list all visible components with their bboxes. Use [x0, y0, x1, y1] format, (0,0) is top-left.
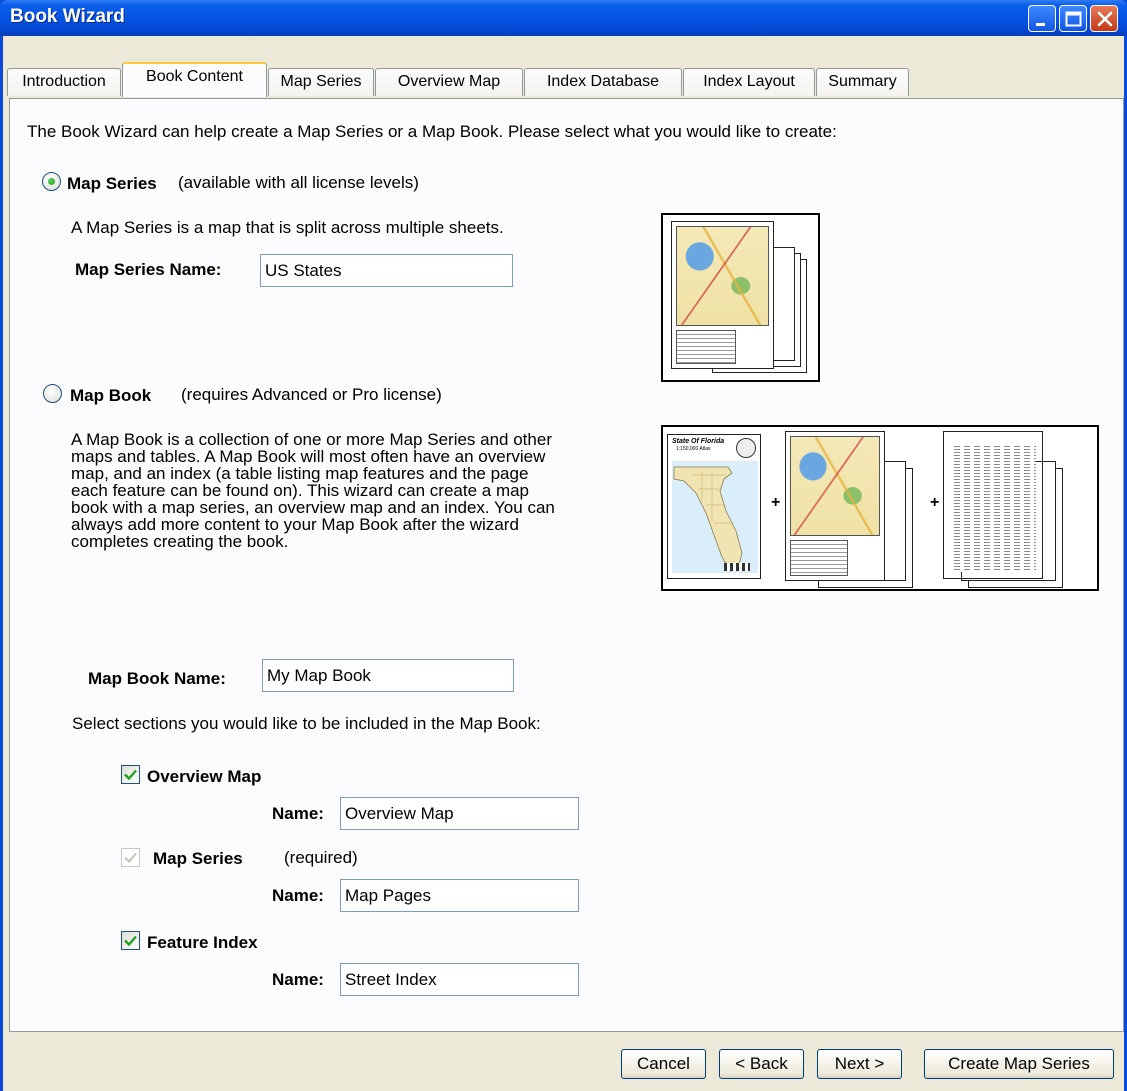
dialog-client-area: Introduction Book Content Map Series Ove…	[3, 36, 1124, 1091]
feature-index-checkbox-label[interactable]: Feature Index	[147, 933, 258, 953]
scale-bar-icon	[724, 563, 750, 571]
tab-index-layout[interactable]: Index Layout	[683, 68, 815, 96]
map-series-illustration	[661, 213, 820, 382]
cancel-button[interactable]: Cancel	[621, 1049, 706, 1079]
map-series-license-note: (available with all license levels)	[178, 173, 419, 192]
overview-sheet-subtitle: 1:150,000 Atlas	[676, 446, 711, 452]
tab-index-database[interactable]: Index Database	[524, 68, 682, 96]
title-bar[interactable]: Book Wizard	[0, 0, 1127, 36]
overview-sheet-title: State Of Florida	[672, 438, 725, 445]
tab-introduction[interactable]: Introduction	[7, 68, 121, 96]
index-table-sheet	[943, 431, 1043, 579]
map-series-section-name-input[interactable]	[340, 879, 579, 912]
maximize-button[interactable]	[1059, 5, 1087, 32]
map-series-name-label: Map Series Name:	[75, 260, 222, 279]
next-button[interactable]: Next >	[817, 1049, 902, 1079]
feature-index-name-input[interactable]	[340, 963, 579, 996]
minimize-icon	[1036, 23, 1045, 26]
tab-summary[interactable]: Summary	[816, 68, 909, 96]
map-book-illustration: State Of Florida 1:150,000 Atlas + +	[661, 425, 1099, 591]
seal-icon	[736, 438, 756, 458]
book-content-panel: The Book Wizard can help create a Map Se…	[9, 98, 1124, 1032]
minimize-button[interactable]	[1028, 5, 1056, 32]
tab-overview-map[interactable]: Overview Map	[375, 68, 523, 96]
tab-map-series[interactable]: Map Series	[268, 68, 374, 96]
map-book-description: A Map Book is a collection of one or mor…	[71, 430, 555, 551]
map-series-name-input[interactable]	[260, 254, 513, 287]
map-series-section-checkbox[interactable]	[121, 848, 140, 867]
map-book-radio[interactable]	[43, 384, 62, 403]
close-icon	[1097, 11, 1113, 27]
overview-map-name-label: Name:	[272, 804, 324, 823]
map-book-name-label: Map Book Name:	[88, 669, 226, 688]
plus-sign: +	[771, 494, 781, 511]
feature-index-checkbox[interactable]	[121, 931, 140, 950]
series-map-thumbnail	[790, 436, 880, 536]
intro-text: The Book Wizard can help create a Map Se…	[27, 122, 837, 141]
map-series-radio-label[interactable]: Map Series	[67, 174, 157, 194]
florida-map-icon	[672, 461, 758, 573]
overview-sheet: State Of Florida 1:150,000 Atlas	[667, 434, 761, 579]
map-series-description: A Map Series is a map that is split acro…	[71, 218, 504, 237]
map-book-license-note: (requires Advanced or Pro license)	[181, 385, 442, 404]
map-thumbnail	[676, 226, 769, 326]
tab-strip: Introduction Book Content Map Series Ove…	[5, 62, 1115, 97]
overview-map-checkbox-label[interactable]: Overview Map	[147, 767, 261, 787]
map-series-required-note: (required)	[284, 848, 358, 867]
checkmark-icon	[124, 935, 137, 947]
map-series-radio[interactable]	[42, 172, 61, 191]
overview-map-name-input[interactable]	[340, 797, 579, 830]
map-book-name-input[interactable]	[262, 659, 514, 692]
plus-sign-2: +	[930, 494, 940, 511]
close-button[interactable]	[1090, 5, 1118, 32]
series-legend-thumbnail	[790, 540, 848, 576]
create-map-series-button[interactable]: Create Map Series	[924, 1049, 1114, 1079]
radio-selected-dot	[48, 178, 55, 185]
back-button[interactable]: < Back	[719, 1049, 804, 1079]
book-wizard-window: Book Wizard Introduction Book Content Ma…	[0, 0, 1127, 1091]
feature-index-name-label: Name:	[272, 970, 324, 989]
map-series-section-name-label: Name:	[272, 886, 324, 905]
legend-thumbnail	[676, 330, 736, 364]
checkmark-icon	[124, 769, 137, 781]
checkmark-icon	[124, 852, 137, 863]
map-book-radio-label[interactable]: Map Book	[70, 386, 151, 406]
series-sheet-front	[785, 431, 885, 581]
sections-prompt: Select sections you would like to be inc…	[72, 714, 541, 733]
maximize-icon	[1065, 11, 1082, 27]
map-sheet-front	[671, 221, 774, 369]
map-series-section-label[interactable]: Map Series	[153, 849, 243, 869]
window-title: Book Wizard	[10, 6, 125, 27]
tab-book-content[interactable]: Book Content	[122, 62, 267, 97]
overview-map-checkbox[interactable]	[121, 765, 140, 784]
button-bar: Cancel < Back Next > Create Map Series	[3, 1034, 1124, 1091]
